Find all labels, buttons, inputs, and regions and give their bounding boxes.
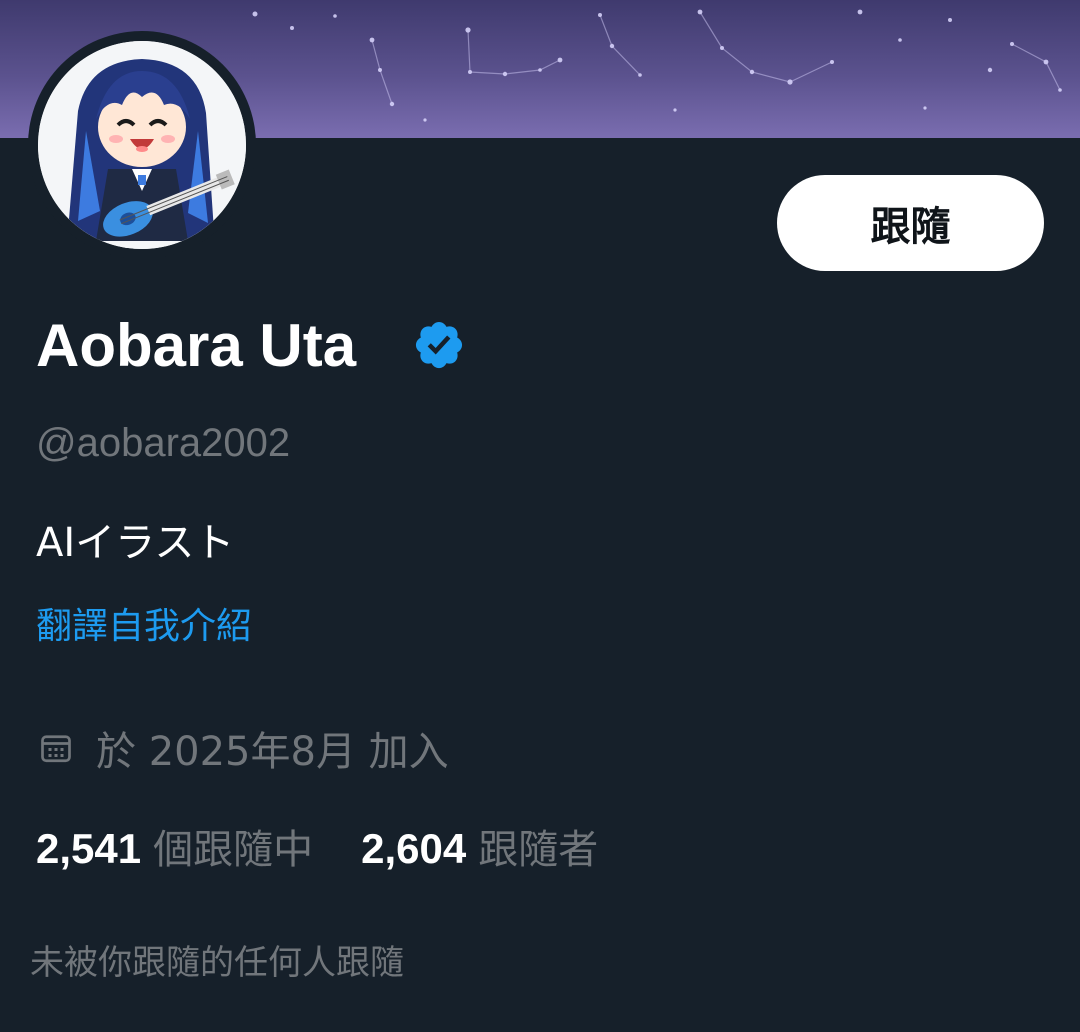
followers-count: 2,604 (361, 825, 467, 872)
avatar[interactable] (38, 41, 246, 249)
join-date-row: 於 2025年8月 加入 (38, 722, 449, 775)
followers-label: 跟隨者 (478, 827, 599, 873)
following-link[interactable]: 2,541 個跟隨中 (36, 817, 313, 875)
user-handle: @aobara2002 (36, 421, 291, 465)
join-date-text: 於 2025年8月 加入 (96, 729, 449, 775)
verified-badge-icon[interactable] (412, 318, 466, 372)
follow-button[interactable]: 跟隨 (777, 175, 1044, 271)
following-label: 個跟隨中 (153, 827, 314, 873)
display-name: Aobara Uta (36, 312, 357, 379)
calendar-icon (41, 735, 71, 763)
profile-bio: AIイラスト (36, 520, 235, 566)
translate-bio-link[interactable]: 翻譯自我介紹 (36, 604, 252, 650)
avatar-frame[interactable] (28, 31, 256, 259)
following-count: 2,541 (36, 825, 142, 872)
followers-link[interactable]: 2,604 跟隨者 (361, 817, 598, 875)
follow-stats: 2,541 個跟隨中 2,604 跟隨者 (36, 818, 598, 874)
avatar-illustration (38, 41, 246, 249)
mutual-followers-note: 未被你跟隨的任何人跟隨 (30, 943, 404, 983)
